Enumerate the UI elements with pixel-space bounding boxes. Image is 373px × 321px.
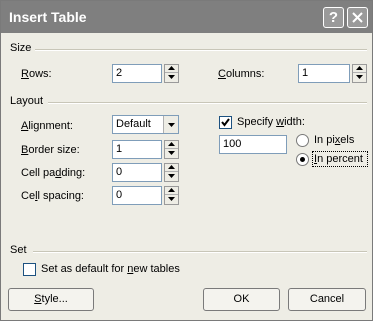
- in-percent-radio[interactable]: [296, 153, 309, 166]
- dialog-title: Insert Table: [9, 9, 87, 25]
- alignment-select[interactable]: Default: [112, 115, 179, 134]
- arrow-down-icon: [168, 151, 175, 155]
- layout-divider: [48, 102, 367, 104]
- columns-spinner[interactable]: [352, 64, 367, 83]
- close-button[interactable]: [347, 7, 368, 28]
- alignment-dropdown-button[interactable]: [163, 116, 178, 133]
- close-icon: [352, 12, 363, 23]
- width-input[interactable]: 100: [219, 135, 287, 154]
- arrow-up-icon: [168, 188, 175, 192]
- size-group-label: Size: [10, 42, 32, 54]
- help-button[interactable]: ?: [323, 7, 344, 28]
- checkmark-icon: [221, 118, 230, 127]
- set-default-label: Set as default for new tables: [41, 263, 180, 275]
- cell-padding-input[interactable]: 0: [112, 163, 162, 182]
- alignment-value: Default: [116, 118, 151, 130]
- radio-selected-dot: [300, 157, 305, 162]
- in-percent-label: In percent: [314, 153, 363, 165]
- cell-spacing-input[interactable]: 0: [112, 186, 162, 205]
- insert-table-dialog: Insert Table ? Size Rows: 2 Columns: 1 L…: [0, 0, 373, 321]
- arrow-down-icon: [168, 75, 175, 79]
- arrow-up-icon: [168, 142, 175, 146]
- chevron-down-icon: [168, 123, 175, 127]
- rows-spinner[interactable]: [164, 64, 179, 83]
- arrow-up-icon: [356, 66, 363, 70]
- cancel-button[interactable]: Cancel: [288, 288, 366, 311]
- cell-padding-spinner[interactable]: [164, 163, 179, 182]
- help-icon: ?: [328, 9, 339, 26]
- rows-label: Rows:: [21, 68, 52, 80]
- arrow-up-icon: [168, 165, 175, 169]
- cell-padding-spin-down[interactable]: [165, 173, 178, 181]
- border-size-spinner[interactable]: [164, 140, 179, 159]
- border-size-label: Border size:: [21, 144, 80, 156]
- columns-spin-up[interactable]: [353, 65, 366, 73]
- arrow-down-icon: [168, 174, 175, 178]
- style-button[interactable]: Style...: [8, 288, 94, 311]
- cell-spacing-spin-up[interactable]: [165, 187, 178, 195]
- in-pixels-radio[interactable]: [296, 134, 309, 147]
- border-size-spin-up[interactable]: [165, 141, 178, 149]
- rows-spin-down[interactable]: [165, 74, 178, 82]
- arrow-down-icon: [168, 197, 175, 201]
- alignment-label: Alignment:: [21, 120, 73, 132]
- columns-input[interactable]: 1: [298, 64, 350, 83]
- cell-padding-spin-up[interactable]: [165, 164, 178, 172]
- layout-group-label: Layout: [10, 95, 44, 107]
- arrow-down-icon: [356, 75, 363, 79]
- columns-spin-down[interactable]: [353, 74, 366, 82]
- specify-width-label: Specify width:: [237, 116, 305, 128]
- cell-spacing-spinner[interactable]: [164, 186, 179, 205]
- in-pixels-label: In pixels: [314, 134, 355, 146]
- specify-width-checkbox[interactable]: [219, 116, 232, 129]
- cell-spacing-label: Cell spacing:: [21, 190, 84, 202]
- border-size-input[interactable]: 1: [112, 140, 162, 159]
- set-divider: [33, 251, 367, 253]
- cell-spacing-spin-down[interactable]: [165, 196, 178, 204]
- set-default-checkbox[interactable]: [23, 263, 36, 276]
- cell-padding-label: Cell padding:: [21, 167, 86, 179]
- size-divider: [35, 49, 367, 51]
- ok-button[interactable]: OK: [203, 288, 280, 311]
- set-group-label: Set: [10, 244, 27, 256]
- rows-input[interactable]: 2: [112, 64, 162, 83]
- arrow-up-icon: [168, 66, 175, 70]
- title-bar[interactable]: Insert Table ?: [1, 1, 372, 33]
- border-size-spin-down[interactable]: [165, 150, 178, 158]
- columns-label: Columns:: [218, 68, 265, 80]
- rows-spin-up[interactable]: [165, 65, 178, 73]
